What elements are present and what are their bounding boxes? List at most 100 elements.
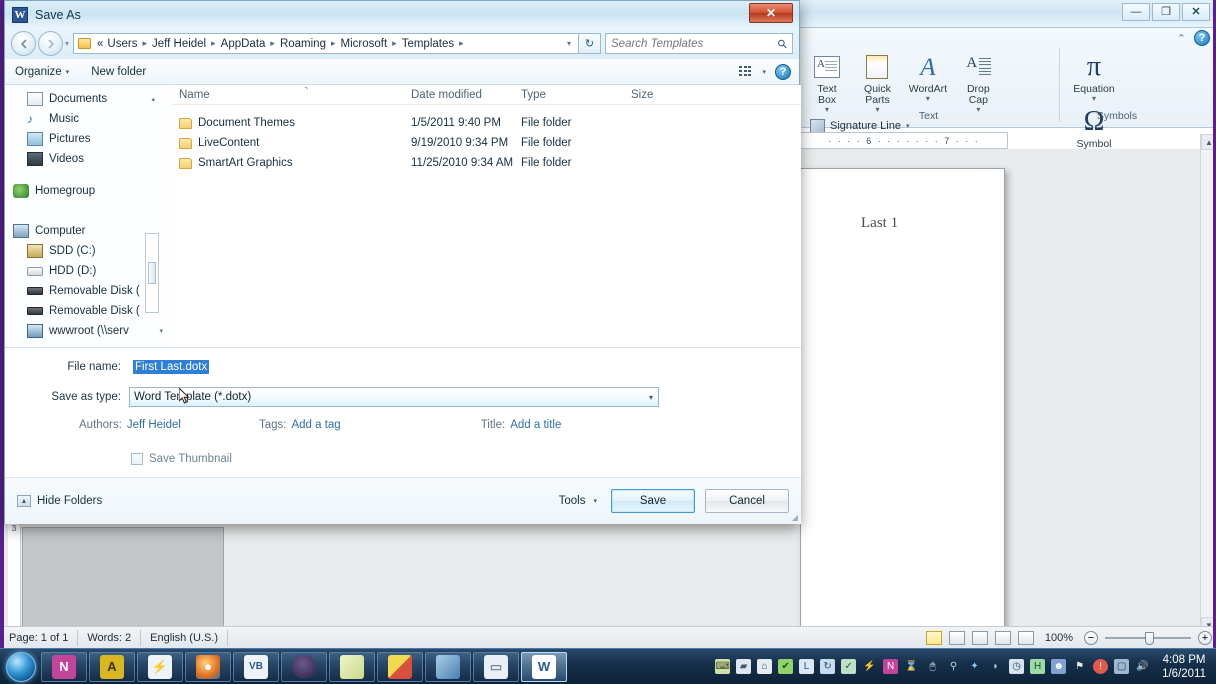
plug-icon[interactable]: ⚲ [946,659,961,674]
print-layout-view-button[interactable] [925,631,942,645]
web-layout-view-button[interactable] [971,631,988,645]
ribbon-item-wordart[interactable]: A WordArt ▾ [905,48,951,103]
breadcrumb-separator-icon[interactable]: ▸ [389,38,400,49]
checkmark-icon[interactable]: ✓ [841,659,857,674]
messenger-icon[interactable]: ☻ [1051,659,1067,674]
ribbon-item-drop-cap[interactable]: Drop Cap ▾ [955,48,1001,114]
taskbar-item-autocad[interactable]: A [89,651,135,682]
forward-button[interactable] [38,31,63,56]
breadcrumb-item-appdata[interactable]: AppData [219,38,268,50]
clock-tray-icon[interactable]: ◷ [1009,659,1025,674]
breadcrumb-separator-icon[interactable]: ▸ [139,38,150,49]
monitor-icon[interactable]: ▢ [1114,659,1130,674]
clock[interactable]: 4:08 PM 1/6/2011 [1156,653,1210,681]
hourglass-icon[interactable]: ⌛ [904,659,919,674]
zoom-level-label[interactable]: 100% [1045,632,1073,644]
scrollbar-thumb[interactable] [148,262,156,284]
cancel-button[interactable]: Cancel [705,489,789,513]
bluetooth-icon[interactable]: ✦ [967,659,982,674]
start-button[interactable] [2,651,40,683]
taskbar-item-sticky-notes[interactable] [329,651,375,682]
status-page[interactable]: Page: 1 of 1 [0,629,79,646]
word-help-icon[interactable]: ? [1194,30,1210,46]
authors-value[interactable]: Jeff Heidel [127,419,181,431]
breadcrumb-separator-icon[interactable]: ▸ [328,38,339,49]
h-icon[interactable]: H [1030,659,1046,674]
save-thumbnail-row[interactable]: Save Thumbnail [5,449,801,469]
breadcrumb-separator-icon[interactable]: ▸ [267,38,278,49]
search-box[interactable]: ⚲ [605,33,793,54]
chevron-down-icon[interactable]: ▾ [649,393,653,402]
file-name-value[interactable]: First Last.dotx [133,360,210,374]
recent-locations-caret-icon[interactable]: ▾ [65,39,69,48]
table-row[interactable]: SmartArt Graphics 11/25/2010 9:34 AM Fil… [173,153,801,173]
new-folder-button[interactable]: New folder [91,66,146,78]
taskbar-item-eclipse[interactable] [281,651,327,682]
breadcrumb-item-templates[interactable]: Templates [400,38,456,50]
back-button[interactable] [11,31,36,56]
save-button[interactable]: Save [611,489,695,513]
column-header-size[interactable]: Size [625,89,705,101]
shield-red-icon[interactable]: ! [1093,659,1109,674]
breadcrumb-item-roaming[interactable]: Roaming [278,38,328,50]
column-header-name[interactable]: Name [173,89,405,101]
flash-tray-icon[interactable]: ⚡ [862,659,877,674]
column-header-date-modified[interactable]: Date modified [405,89,515,101]
chevron-down-icon[interactable]: ▾ [762,68,766,76]
volume-icon[interactable]: 🔊 [1135,659,1150,674]
flag-icon[interactable]: ⚑ [1072,659,1087,674]
breadcrumb-item-jeff-heidel[interactable]: Jeff Heidel [150,38,208,50]
help-icon[interactable]: ? [775,63,791,80]
layers-icon[interactable]: L [799,659,815,674]
mouse-icon[interactable]: 🖱 [925,659,940,674]
breadcrumb-prefix[interactable]: « [95,38,105,50]
minimize-button[interactable]: — [1122,3,1150,21]
table-row[interactable]: Document Themes 1/5/2011 9:40 PM File fo… [173,113,801,133]
zoom-slider-thumb[interactable] [1145,632,1154,645]
chevron-down-icon[interactable]: ▾ [159,327,163,335]
network-icon[interactable]: ◗ [988,659,1003,674]
breadcrumb-item-microsoft[interactable]: Microsoft [339,38,390,50]
resize-grip-icon[interactable]: ◢ [792,513,798,522]
sync-icon[interactable]: ↻ [820,659,836,674]
breadcrumb-separator-icon[interactable]: ▸ [208,38,219,49]
tags-value[interactable]: Add a tag [291,419,340,431]
taskbar-item-control-panel[interactable] [425,651,471,682]
breadcrumb-separator-icon[interactable]: ▸ [456,38,467,49]
nav-item-homegroup[interactable]: Homegroup [5,181,173,201]
chevron-up-icon[interactable]: ▴ [151,95,155,103]
chevron-down-icon[interactable]: ▾ [906,122,910,130]
organize-button[interactable]: Organize ▾ [15,66,69,78]
taskbar-item-word[interactable]: W [521,651,567,682]
ribbon-item-equation[interactable]: π Equation ▾ [1068,48,1120,103]
nav-item-wwwroot[interactable]: wwwroot (\\serv ▾ [5,321,173,341]
taskbar-item-firefox[interactable]: ● [185,651,231,682]
tools-button[interactable]: Tools ▾ [559,495,601,507]
collapse-ribbon-icon[interactable]: ⌃ [1177,32,1186,45]
horizontal-ruler[interactable]: · · · · 6 · · · · · · · 7 · · · [800,132,1008,149]
full-screen-reading-view-button[interactable] [948,631,965,645]
nav-item-documents[interactable]: Documents ▴ [5,89,173,109]
hide-folders-button[interactable]: ▲ Hide Folders [17,495,102,507]
close-button[interactable]: ✕ [1182,3,1210,21]
chevron-down-icon[interactable]: ▾ [926,95,930,103]
draft-view-button[interactable] [1017,631,1034,645]
search-input[interactable] [611,37,779,50]
status-words[interactable]: Words: 2 [78,629,142,646]
views-icon[interactable] [739,65,753,78]
zoom-out-button[interactable]: − [1084,631,1098,645]
nav-item-videos[interactable]: Videos [5,149,173,169]
taskbar-item-flash[interactable]: ⚡ [137,651,183,682]
keyboard-icon[interactable]: ⌨ [715,659,731,674]
vertical-ruler[interactable]: 3 [8,524,21,632]
navigation-pane-scrollbar[interactable] [145,233,159,313]
breadcrumb-item-users[interactable]: Users [105,38,139,50]
chevron-down-icon[interactable]: ▾ [1092,95,1096,103]
taskbar-item-visual-basic[interactable]: VB [233,651,279,682]
file-name-field[interactable]: First Last.dotx [129,357,659,377]
taskbar-item-explorer[interactable]: ▭ [473,651,519,682]
refresh-button[interactable]: ↻ [579,33,601,54]
zoom-in-button[interactable]: + [1198,631,1212,645]
status-language[interactable]: English (U.S.) [141,629,228,646]
onenote-tray-icon[interactable]: N [883,659,899,674]
